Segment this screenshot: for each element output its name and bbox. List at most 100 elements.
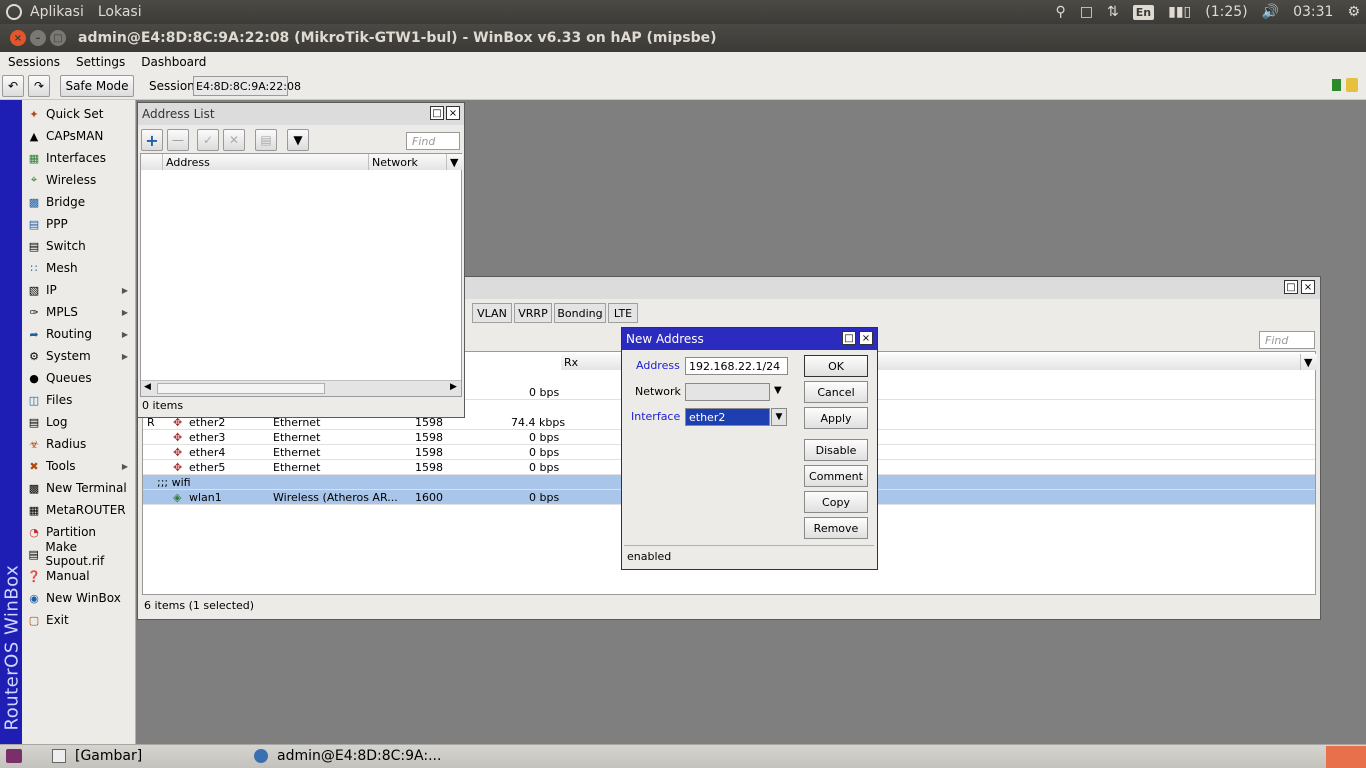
column-menu-icon[interactable]: ▼ [447, 154, 463, 170]
sidebar-item-tools[interactable]: ✖ Tools ▶ [22, 455, 136, 477]
metarouter-icon: ▦ [28, 503, 40, 517]
sidebar-menu: ✦ Quick Set ▲ CAPsMAN ▦ Interfaces ⌖ Wireles… [22, 100, 136, 744]
close-icon[interactable]: × [10, 30, 26, 46]
sidebar-item-files[interactable]: ◫ Files [22, 389, 136, 411]
copy-button[interactable]: Copy [804, 491, 868, 513]
ubuntu-logo-icon[interactable] [6, 4, 22, 20]
sidebar-item-exit[interactable]: ▢ Exit [22, 609, 136, 631]
gear-icon[interactable]: ⚙ [1347, 4, 1360, 20]
filter-button[interactable]: ▼ [287, 129, 309, 151]
tab-lte[interactable]: LTE [608, 303, 638, 323]
find-input[interactable]: Find [1259, 331, 1315, 349]
network-input[interactable] [685, 383, 770, 401]
enable-button[interactable]: ✓ [197, 129, 219, 151]
sidebar-item-metarouter[interactable]: ▦ MetaROUTER [22, 499, 136, 521]
scroll-left-icon[interactable]: ◀ [144, 382, 151, 392]
network-icon[interactable]: ⇅ [1107, 4, 1119, 20]
disable-button[interactable]: Disable [804, 439, 868, 461]
apply-button[interactable]: Apply [804, 407, 868, 429]
disable-button[interactable]: ✕ [223, 129, 245, 151]
queues-icon: ● [29, 371, 39, 385]
battery-icon[interactable]: ▮▮▯ [1168, 4, 1191, 20]
undo-button[interactable]: ↶ [2, 75, 24, 97]
tab-vrrp[interactable]: VRRP [514, 303, 552, 323]
comment-button[interactable]: Comment [804, 465, 868, 487]
cancel-button[interactable]: Cancel [804, 381, 868, 403]
menu-sessions[interactable]: Sessions [8, 55, 60, 69]
clock[interactable]: 03:31 [1293, 4, 1333, 20]
window-title: Address List [142, 107, 215, 121]
close-icon[interactable]: × [446, 106, 460, 120]
find-input[interactable]: Find [406, 132, 460, 150]
battery-time[interactable]: (1:25) [1205, 4, 1247, 20]
maximize-icon[interactable]: □ [1284, 280, 1298, 294]
session-value: E4:8D:8C:9A:22:08 [193, 76, 301, 96]
close-icon[interactable]: × [859, 331, 873, 345]
show-desktop-icon[interactable] [6, 749, 22, 763]
redo-button[interactable]: ↷ [28, 75, 50, 97]
tab-vlan[interactable]: VLAN [472, 303, 512, 323]
sidebar-item-manual[interactable]: ❓ Manual [22, 565, 136, 587]
sidebar-item-radius[interactable]: ☣ Radius [22, 433, 136, 455]
menu-settings[interactable]: Settings [76, 55, 125, 69]
comment-button[interactable]: ▤ [255, 129, 277, 151]
interface-icon: ✥ [173, 461, 183, 474]
sidebar-item-routing[interactable]: ➦ Routing ▶ [22, 323, 136, 345]
switch-icon: ▤ [28, 239, 40, 253]
minimize-icon[interactable]: – [30, 30, 46, 46]
column-header-address[interactable]: Address [163, 154, 369, 170]
image-viewer-icon [52, 749, 66, 763]
column-menu-icon[interactable]: ▼ [1301, 354, 1317, 370]
scroll-thumb[interactable] [157, 383, 325, 394]
search-icon[interactable]: ⚲ [1056, 4, 1066, 20]
sidebar-item-switch[interactable]: ▤ Switch [22, 235, 136, 257]
sidebar-item-ip[interactable]: ▧ IP ▶ [22, 279, 136, 301]
add-button[interactable]: + [141, 129, 163, 151]
volume-icon[interactable]: 🔊 [1262, 4, 1279, 20]
top-panel: Aplikasi Lokasi ⚲ □ ⇅ En ▮▮▯ (1:25) 🔊 03… [0, 0, 1366, 24]
column-header-network[interactable]: Network [369, 154, 447, 170]
network-dropdown-icon[interactable]: ▼ [774, 385, 782, 396]
sidebar-item-make-supout[interactable]: ▤ Make Supout.rif [22, 540, 136, 568]
sidebar-item-capsman[interactable]: ▲ CAPsMAN [22, 125, 136, 147]
remove-button[interactable]: Remove [804, 517, 868, 539]
tab-bonding[interactable]: Bonding [554, 303, 606, 323]
menu-dashboard[interactable]: Dashboard [141, 55, 206, 69]
menu-lokasi[interactable]: Lokasi [98, 4, 142, 20]
capsman-icon: ▲ [29, 129, 39, 143]
sidebar-item-log[interactable]: ▤ Log [22, 411, 136, 433]
address-input[interactable]: 192.168.22.1/24 [685, 357, 788, 375]
maximize-icon[interactable]: □ [50, 30, 66, 46]
menu-aplikasi[interactable]: Aplikasi [30, 4, 84, 20]
wireless-icon: ◈ [173, 491, 182, 504]
ok-button[interactable]: OK [804, 355, 868, 377]
address-status: 0 items [142, 399, 184, 412]
trash-icon[interactable] [1326, 746, 1366, 768]
sidebar-item-ppp[interactable]: ▤ PPP [22, 213, 136, 235]
sidebar-item-queues[interactable]: ● Queues [22, 367, 136, 389]
horizontal-scrollbar[interactable]: ◀ ▶ [141, 380, 461, 396]
sidebar-item-quick-set[interactable]: ✦ Quick Set [22, 103, 136, 125]
taskbar-item-gambar[interactable]: [Gambar] [75, 748, 142, 764]
remove-button[interactable]: — [167, 129, 189, 151]
maximize-icon[interactable]: □ [842, 331, 856, 345]
winbox-icon: ◉ [29, 591, 39, 605]
keyboard-layout[interactable]: En [1132, 4, 1155, 20]
sidebar-item-new-terminal[interactable]: ▩ New Terminal [22, 477, 136, 499]
status-indicator-icon [1332, 79, 1341, 91]
sidebar-item-interfaces[interactable]: ▦ Interfaces [22, 147, 136, 169]
sidebar-item-bridge[interactable]: ▩ Bridge [22, 191, 136, 213]
sidebar-item-new-winbox[interactable]: ◉ New WinBox [22, 587, 136, 609]
clipboard-icon[interactable]: □ [1080, 4, 1093, 20]
sidebar-item-system[interactable]: ⚙ System ▶ [22, 345, 136, 367]
sidebar-item-mpls[interactable]: ✑ MPLS ▶ [22, 301, 136, 323]
taskbar-item-winbox[interactable]: admin@E4:8D:8C:9A:... [277, 748, 441, 764]
sidebar-item-wireless[interactable]: ⌖ Wireless [22, 169, 136, 191]
sidebar-item-mesh[interactable]: ∷ Mesh [22, 257, 136, 279]
interface-dropdown-icon[interactable]: ▼ [771, 408, 787, 426]
scroll-right-icon[interactable]: ▶ [450, 382, 457, 392]
safe-mode-button[interactable]: Safe Mode [60, 75, 134, 97]
maximize-icon[interactable]: □ [430, 106, 444, 120]
close-icon[interactable]: × [1301, 280, 1315, 294]
interface-select[interactable]: ether2 [685, 408, 770, 426]
